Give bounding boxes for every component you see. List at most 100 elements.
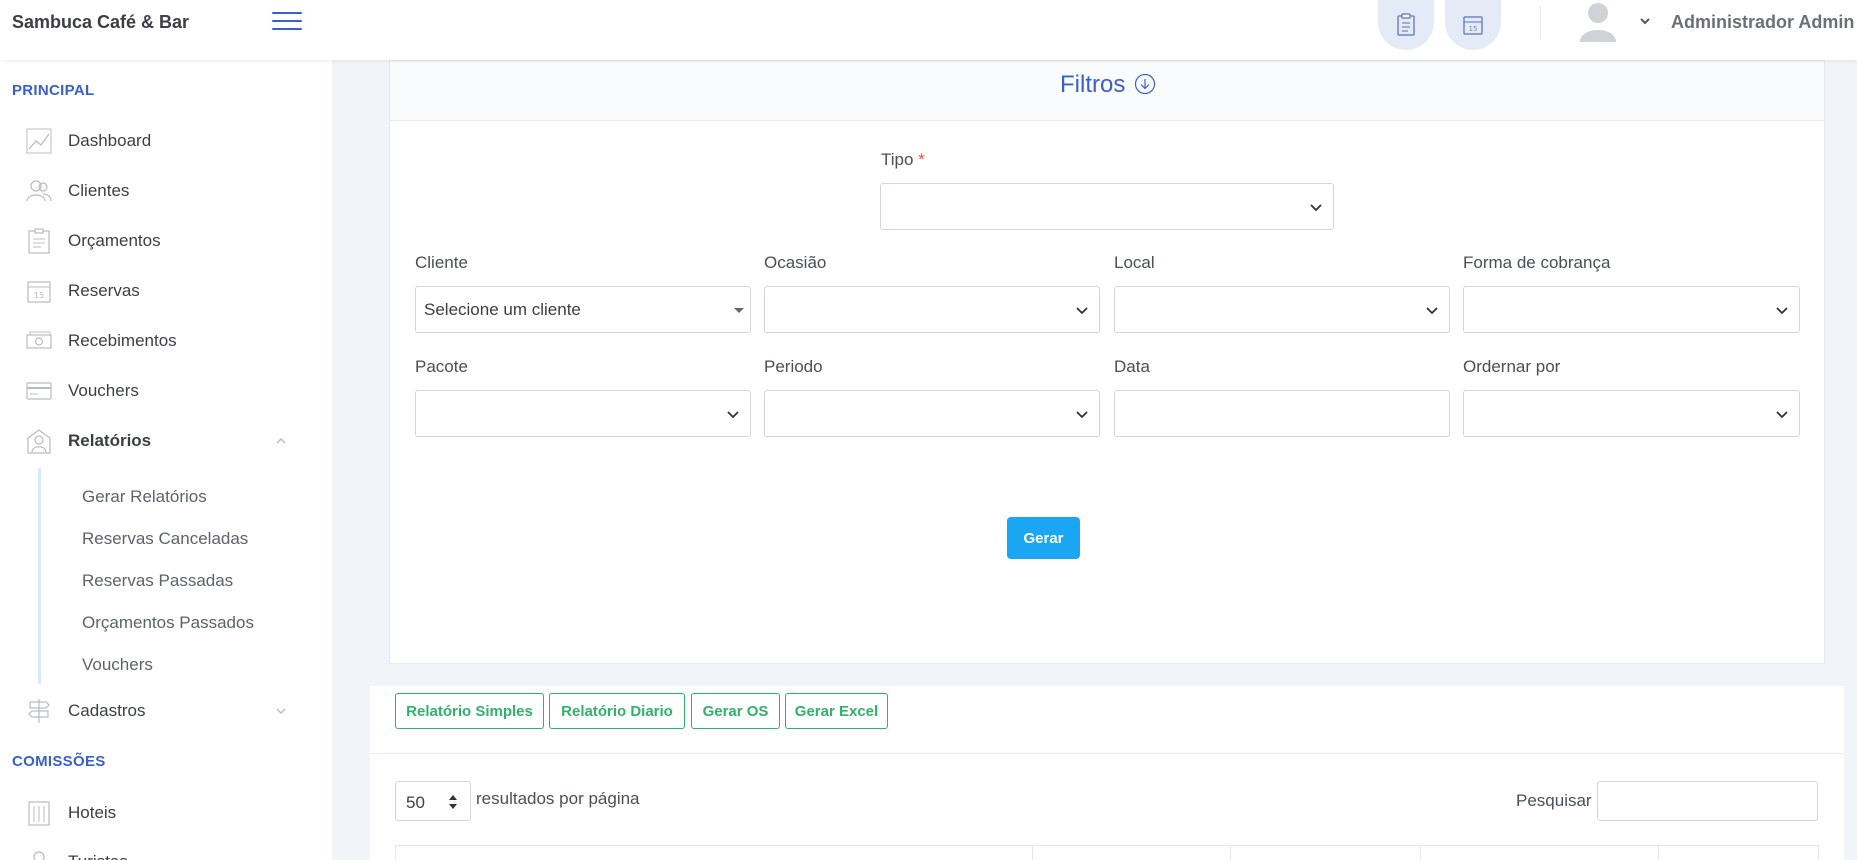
sidebar-item-dashboard[interactable]: Dashboard [0, 121, 300, 161]
users-icon [26, 180, 52, 202]
building-icon [28, 801, 50, 826]
avatar[interactable] [1578, 0, 1618, 42]
forma-cobranca-select[interactable] [1463, 286, 1800, 333]
ocasiao-select[interactable] [764, 286, 1100, 333]
chevron-down-icon[interactable] [274, 704, 288, 718]
card-icon [26, 382, 52, 400]
forma-cobranca-label: Forma de cobrança [1463, 253, 1611, 272]
brand-name[interactable]: Sambuca Café & Bar [12, 12, 189, 33]
sidebar-item-label: Hoteis [68, 803, 117, 822]
filters-header[interactable]: Filtros [390, 61, 1824, 121]
sidebar-item-recebimentos[interactable]: Recebimentos [0, 321, 300, 361]
sidebar-item-label: Vouchers [68, 381, 139, 400]
results-card: Relatório Simples Relatório Diario Gerar… [370, 686, 1844, 860]
ordenar-label: Ordernar por [1463, 357, 1561, 376]
user-avatar-icon [1580, 3, 1616, 42]
sidebar-item-label: Relatórios [68, 431, 152, 450]
filters-card: Filtros Tipo * Cliente Selecione um clie… [389, 60, 1825, 664]
sidebar-item-relatorios[interactable]: Relatórios [0, 421, 300, 461]
sort-updown-icon [449, 795, 457, 809]
signpost-icon [28, 699, 50, 723]
subnav-item-reservas-passadas[interactable]: Reservas Passadas [82, 571, 233, 591]
chevron-down-icon [1076, 307, 1088, 315]
clipboard-shortcut-button[interactable] [1378, 0, 1434, 50]
filters-title: Filtros [1060, 71, 1126, 98]
results-toolbar: Relatório Simples Relatório Diario Gerar… [370, 686, 1844, 754]
person-icon [33, 851, 45, 860]
chevron-down-icon [1776, 411, 1788, 419]
data-input[interactable] [1114, 390, 1450, 437]
sidebar-item-vouchers[interactable]: Vouchers [0, 371, 300, 411]
svg-text:15: 15 [34, 291, 44, 300]
subnav-item-reservas-canceladas[interactable]: Reservas Canceladas [82, 529, 248, 549]
per-page-label: resultados por página [476, 789, 640, 808]
local-label: Local [1114, 253, 1155, 272]
arrow-down-circle-icon[interactable] [1134, 73, 1156, 95]
sidebar-item-clientes[interactable]: Clientes [0, 171, 300, 211]
sidebar-item-label: Recebimentos [68, 331, 177, 350]
chart-line-icon [26, 128, 52, 154]
svg-text:15: 15 [1469, 25, 1478, 33]
results-table-header [395, 845, 1819, 860]
table-column[interactable] [1420, 846, 1421, 860]
caret-down-icon [734, 308, 744, 313]
chevron-down-icon [1776, 307, 1788, 315]
per-page-select[interactable]: 50 [395, 781, 471, 821]
top-bar: Sambuca Café & Bar 15 Administrador Admi… [0, 0, 1857, 60]
subnav-item-gerar-relatorios[interactable]: Gerar Relatórios [82, 487, 207, 507]
sidebar-item-label: Dashboard [68, 131, 152, 150]
chevron-down-icon [1310, 204, 1322, 212]
sidebar-item-cadastros[interactable]: Cadastros [0, 691, 300, 731]
relatorio-diario-button[interactable]: Relatório Diario [549, 693, 685, 729]
relatorio-simples-button[interactable]: Relatório Simples [395, 693, 544, 729]
table-column[interactable] [1032, 846, 1033, 860]
sidebar-item-turistas[interactable]: Turistas [0, 842, 300, 860]
table-column[interactable] [1658, 846, 1659, 860]
chevron-down-icon[interactable] [1638, 14, 1652, 28]
gerar-button[interactable]: Gerar [1007, 517, 1080, 559]
search-input[interactable] [1597, 781, 1818, 821]
sidebar-item-hoteis[interactable]: Hoteis [0, 793, 300, 833]
sidebar-item-reservas[interactable]: 15 Reservas [0, 271, 300, 311]
ocasiao-label: Ocasião [764, 253, 827, 272]
pacote-label: Pacote [415, 357, 468, 376]
chevron-down-icon [1076, 411, 1088, 419]
sidebar-item-label: Orçamentos [68, 231, 161, 250]
tipo-select[interactable] [880, 183, 1334, 230]
submenu-indicator [38, 468, 41, 684]
subnav-item-orcamentos-passados[interactable]: Orçamentos Passados [82, 613, 254, 633]
menu-toggle-icon[interactable] [272, 12, 302, 34]
local-select[interactable] [1114, 286, 1450, 333]
clipboard-icon [1397, 13, 1415, 36]
periodo-label: Periodo [764, 357, 823, 376]
calendar-icon: 15 [1463, 16, 1483, 35]
section-title-comissoes: COMISSÕES [12, 753, 106, 770]
sidebar: PRINCIPAL Dashboard Clientes Orçamentos … [0, 60, 332, 860]
topbar-divider [1540, 6, 1541, 40]
calendar-shortcut-button[interactable]: 15 [1445, 0, 1501, 50]
sidebar-item-orcamentos[interactable]: Orçamentos [0, 221, 300, 261]
chevron-down-icon [1426, 307, 1438, 315]
gerar-excel-button[interactable]: Gerar Excel [785, 693, 888, 729]
sidebar-item-label: Clientes [68, 181, 130, 200]
required-mark: * [918, 150, 925, 169]
sidebar-item-label: Cadastros [68, 701, 146, 720]
chevron-up-icon[interactable] [274, 434, 288, 448]
pacote-select[interactable] [415, 390, 751, 437]
table-column[interactable] [1230, 846, 1231, 860]
report-icon [27, 429, 51, 454]
ordenar-select[interactable] [1463, 390, 1800, 437]
cliente-select-value: Selecione um cliente [424, 300, 581, 319]
cliente-label: Cliente [415, 253, 468, 272]
gerar-os-button[interactable]: Gerar OS [691, 693, 780, 729]
chevron-down-icon [727, 411, 739, 419]
sidebar-item-label: Reservas [68, 281, 140, 300]
user-name[interactable]: Administrador Admin [1671, 12, 1854, 33]
tipo-label: Tipo * [881, 150, 925, 170]
sidebar-item-label: Turistas [68, 852, 128, 860]
cliente-select[interactable]: Selecione um cliente [415, 286, 751, 333]
subnav-item-vouchers[interactable]: Vouchers [82, 655, 153, 675]
periodo-select[interactable] [764, 390, 1100, 437]
data-label: Data [1114, 357, 1150, 376]
section-title-principal: PRINCIPAL [12, 82, 95, 99]
